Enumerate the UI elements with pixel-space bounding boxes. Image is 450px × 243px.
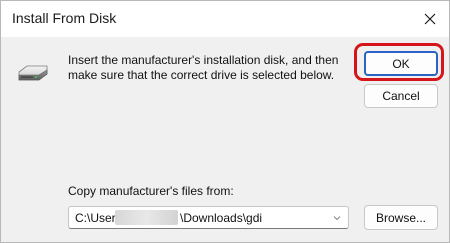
- install-from-disk-dialog: Install From Disk Insert the manufacture…: [0, 0, 450, 243]
- instruction-text: Insert the manufacturer's installation d…: [68, 53, 339, 82]
- ok-button[interactable]: OK: [364, 51, 438, 76]
- browse-button[interactable]: Browse...: [364, 205, 438, 230]
- redacted-username: [115, 210, 178, 225]
- path-combobox[interactable]: C:\Users \Downloads\gdi: [68, 206, 349, 229]
- close-button[interactable]: [417, 6, 443, 32]
- chevron-down-icon[interactable]: [332, 213, 342, 223]
- close-icon: [424, 13, 436, 25]
- window-title: Install From Disk: [12, 10, 117, 26]
- cancel-button[interactable]: Cancel: [364, 84, 438, 108]
- copy-from-label: Copy manufacturer's files from:: [68, 184, 234, 198]
- title-bar: Install From Disk: [1, 1, 449, 37]
- path-suffix: \Downloads\gdi: [180, 211, 263, 225]
- disk-drive-icon: [18, 65, 48, 81]
